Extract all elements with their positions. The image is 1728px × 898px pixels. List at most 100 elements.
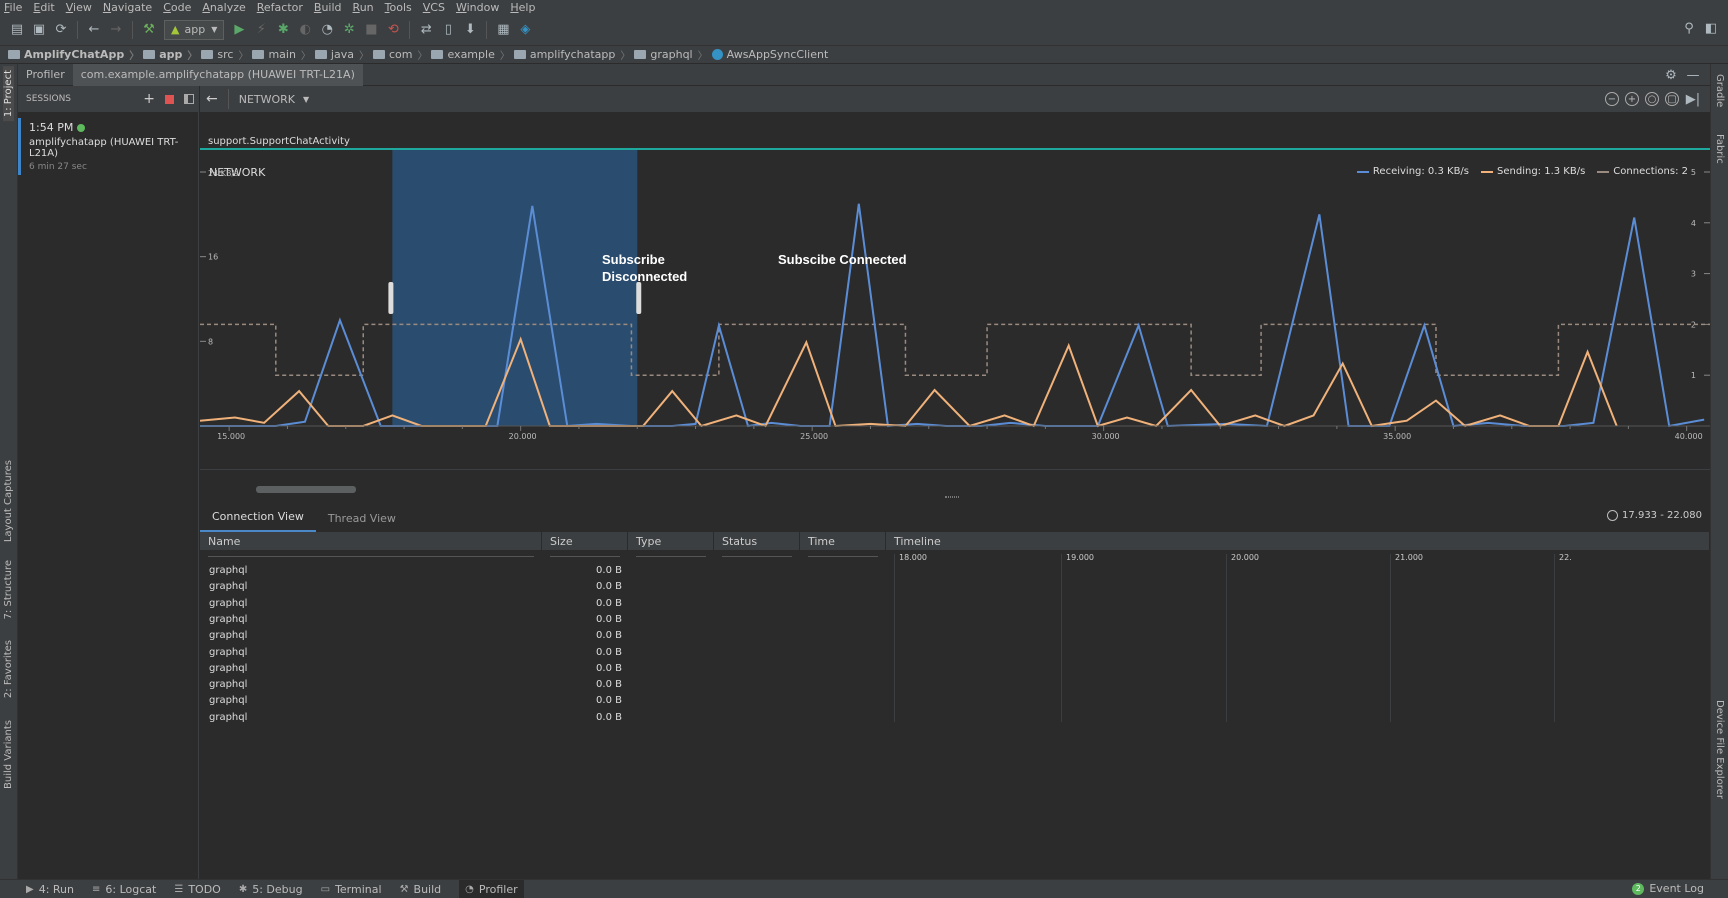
- filter-status[interactable]: [722, 554, 792, 557]
- menu-vcs[interactable]: VCS: [423, 1, 445, 14]
- zoom-out-icon[interactable]: −: [1605, 92, 1619, 106]
- filter-type[interactable]: [636, 554, 706, 557]
- zoom-to-selection-icon[interactable]: ▢: [1665, 92, 1679, 106]
- back-icon[interactable]: ←: [86, 22, 102, 38]
- filter-name[interactable]: [208, 554, 534, 557]
- toolwindow-profiler[interactable]: ◔ Profiler: [459, 880, 524, 898]
- tab-device-file-explorer[interactable]: Device File Explorer: [1714, 700, 1725, 799]
- profiler-session-tab[interactable]: com.example.amplifychatapp (HUAWEI TRT-L…: [72, 63, 363, 86]
- layout-inspector-icon[interactable]: ◈: [517, 22, 533, 38]
- project-structure-icon[interactable]: ▦: [495, 22, 511, 38]
- table-row[interactable]: graphql 0.0 B: [200, 676, 960, 694]
- toolwindow-5-debug[interactable]: ✱ 5: Debug: [239, 883, 303, 896]
- column-time[interactable]: Time: [800, 532, 886, 550]
- column-size[interactable]: Size: [542, 532, 628, 550]
- tab-connection-view[interactable]: Connection View: [200, 500, 316, 532]
- session-item[interactable]: 1:54 PM amplifychatapp (HUAWEI TRT-L21A)…: [18, 118, 198, 175]
- table-row[interactable]: graphql 0.0 B: [200, 644, 960, 662]
- table-row[interactable]: graphql 0.0 B: [200, 562, 960, 580]
- sync-icon[interactable]: ⟳: [53, 22, 69, 38]
- breadcrumb-item[interactable]: example 〉: [431, 47, 510, 62]
- table-row[interactable]: graphql 0.0 B: [200, 692, 960, 710]
- filter-time[interactable]: [808, 554, 878, 557]
- breadcrumb-item[interactable]: java 〉: [314, 47, 369, 62]
- forward-icon[interactable]: →: [108, 22, 124, 38]
- search-icon[interactable]: ⚲: [1681, 20, 1697, 36]
- gear-icon[interactable]: ⚙: [1663, 67, 1679, 83]
- menu-refactor[interactable]: Refactor: [257, 1, 303, 14]
- tab-build-variants[interactable]: Build Variants: [3, 720, 14, 789]
- menu-help[interactable]: Help: [510, 1, 535, 14]
- menu-file[interactable]: File: [4, 1, 22, 14]
- toolwindow-todo[interactable]: ☰ TODO: [174, 883, 220, 896]
- add-session-icon[interactable]: +: [143, 91, 155, 107]
- gradle-sync-icon[interactable]: ⇄: [418, 22, 434, 38]
- column-type[interactable]: Type: [628, 532, 714, 550]
- sdk-manager-icon[interactable]: ⬇: [462, 22, 478, 38]
- collapse-sessions-icon[interactable]: [184, 94, 194, 104]
- tab-favorites[interactable]: 2: Favorites: [3, 640, 14, 698]
- tab-layout-captures[interactable]: Layout Captures: [3, 460, 14, 542]
- user-icon[interactable]: ◧: [1703, 20, 1719, 36]
- tab-gradle[interactable]: Gradle: [1714, 74, 1725, 107]
- profile-icon[interactable]: ◐: [297, 22, 313, 38]
- column-name[interactable]: Name: [200, 532, 542, 550]
- table-row[interactable]: graphql 0.0 B: [200, 709, 960, 727]
- apply-changes-icon[interactable]: ⚡: [253, 22, 269, 38]
- column-status[interactable]: Status: [714, 532, 800, 550]
- stop-icon[interactable]: ■: [363, 22, 379, 38]
- column-timeline[interactable]: Timeline: [886, 532, 1710, 550]
- menu-navigate[interactable]: Navigate: [103, 1, 152, 14]
- stop-session-icon[interactable]: [165, 94, 174, 104]
- table-row[interactable]: graphql 0.0 B: [200, 578, 960, 596]
- menu-code[interactable]: Code: [163, 1, 191, 14]
- menu-run[interactable]: Run: [353, 1, 374, 14]
- tab-thread-view[interactable]: Thread View: [316, 500, 408, 532]
- breadcrumb-item[interactable]: amplifychatapp 〉: [513, 47, 630, 62]
- avd-manager-icon[interactable]: ▯: [440, 22, 456, 38]
- tab-structure[interactable]: 7: Structure: [3, 560, 14, 619]
- menu-build[interactable]: Build: [314, 1, 342, 14]
- table-row[interactable]: graphql 0.0 B: [200, 660, 960, 678]
- tab-fabric[interactable]: Fabric: [1714, 134, 1725, 164]
- run-icon[interactable]: ▶: [231, 22, 247, 38]
- breadcrumb-item[interactable]: main 〉: [252, 47, 311, 62]
- back-arrow-icon[interactable]: ←: [206, 91, 218, 107]
- breadcrumb-item[interactable]: graphql 〉: [634, 47, 708, 62]
- breadcrumb-item[interactable]: AwsAppSyncClient: [711, 48, 828, 61]
- open-icon[interactable]: ▤: [9, 22, 25, 38]
- breadcrumb-item[interactable]: AmplifyChatApp 〉: [8, 47, 139, 62]
- run-config-selector[interactable]: ▲ app ▼: [164, 19, 225, 40]
- breadcrumb-item[interactable]: app 〉: [143, 47, 197, 62]
- toolwindow-4-run[interactable]: ▶ 4: Run: [26, 883, 74, 896]
- debug-icon[interactable]: ✱: [275, 22, 291, 38]
- filter-size[interactable]: [550, 554, 620, 557]
- menu-window[interactable]: Window: [456, 1, 499, 14]
- menu-tools[interactable]: Tools: [385, 1, 412, 14]
- monitor-selector[interactable]: NETWORK ▼: [227, 89, 319, 109]
- breadcrumb-item[interactable]: src 〉: [201, 47, 248, 62]
- table-row[interactable]: graphql 0.0 B: [200, 595, 960, 613]
- tab-project[interactable]: 1: Project: [3, 66, 14, 122]
- toolwindow-terminal[interactable]: ▭ Terminal: [321, 883, 382, 896]
- menu-edit[interactable]: Edit: [33, 1, 54, 14]
- timeline-scrollbar[interactable]: [256, 486, 356, 493]
- go-live-icon[interactable]: ▶|: [1685, 91, 1701, 107]
- breadcrumb-item[interactable]: com 〉: [372, 47, 427, 62]
- rerun-icon[interactable]: ⟲: [385, 22, 401, 38]
- toolwindow-build[interactable]: ⚒ Build: [400, 883, 442, 896]
- toolwindow-6-logcat[interactable]: ≡ 6: Logcat: [92, 883, 156, 896]
- reset-zoom-icon[interactable]: ○: [1645, 92, 1659, 106]
- coverage-icon[interactable]: ◔: [319, 22, 335, 38]
- table-row[interactable]: graphql 0.0 B: [200, 611, 960, 629]
- make-project-icon[interactable]: ⚒: [141, 22, 157, 38]
- menu-view[interactable]: View: [66, 1, 92, 14]
- table-row[interactable]: graphql 0.0 B: [200, 627, 960, 645]
- minimize-icon[interactable]: —: [1685, 67, 1701, 83]
- save-icon[interactable]: ▣: [31, 22, 47, 38]
- menu-analyze[interactable]: Analyze: [202, 1, 245, 14]
- attach-debugger-icon[interactable]: ✲: [341, 22, 357, 38]
- event-log-button[interactable]: 2 Event Log: [1632, 882, 1704, 895]
- zoom-in-icon[interactable]: +: [1625, 92, 1639, 106]
- network-chart[interactable]: NETWORK Receiving: 0.3 KB/s Sending: 1.3 …: [200, 150, 1710, 493]
